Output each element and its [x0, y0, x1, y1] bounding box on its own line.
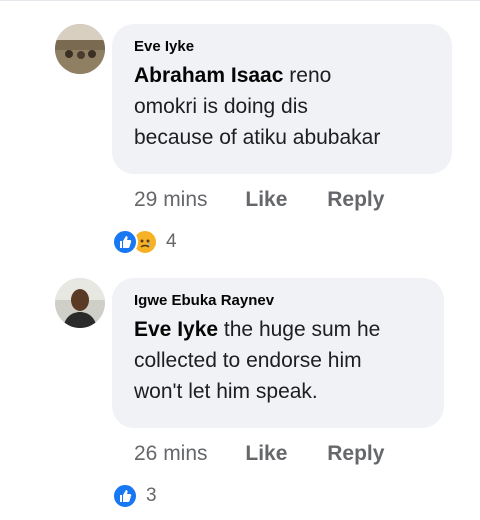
like-icon [112, 229, 138, 255]
comment-bubble: Igwe Ebuka Raynev Eve Iyke the huge sum … [112, 278, 444, 428]
like-icon [112, 483, 138, 509]
comment-timestamp[interactable]: 26 mins [134, 442, 208, 466]
comment-2: Igwe Ebuka Raynev Eve Iyke the huge sum … [0, 0, 480, 520]
comment-author[interactable]: Igwe Ebuka Raynev [134, 292, 424, 310]
avatar-igwe-ebuka-raynev[interactable] [55, 278, 105, 328]
comment-text-line-1: the huge sum he [223, 318, 381, 341]
reactions-summary[interactable]: 3 [112, 483, 157, 509]
comment-actions: 26 mins Like Reply [134, 442, 384, 466]
comment-text-line-2: collected to endorse him [134, 349, 362, 372]
reply-button[interactable]: Reply [327, 442, 384, 466]
like-button[interactable]: Like [245, 442, 287, 466]
mention-tag[interactable]: Eve Iyke [134, 318, 218, 341]
reaction-count: 3 [146, 485, 157, 506]
comment-text-line-3: won't let him speak. [134, 380, 318, 403]
comment-text: Eve Iyke the huge sum he collected to en… [134, 314, 424, 407]
